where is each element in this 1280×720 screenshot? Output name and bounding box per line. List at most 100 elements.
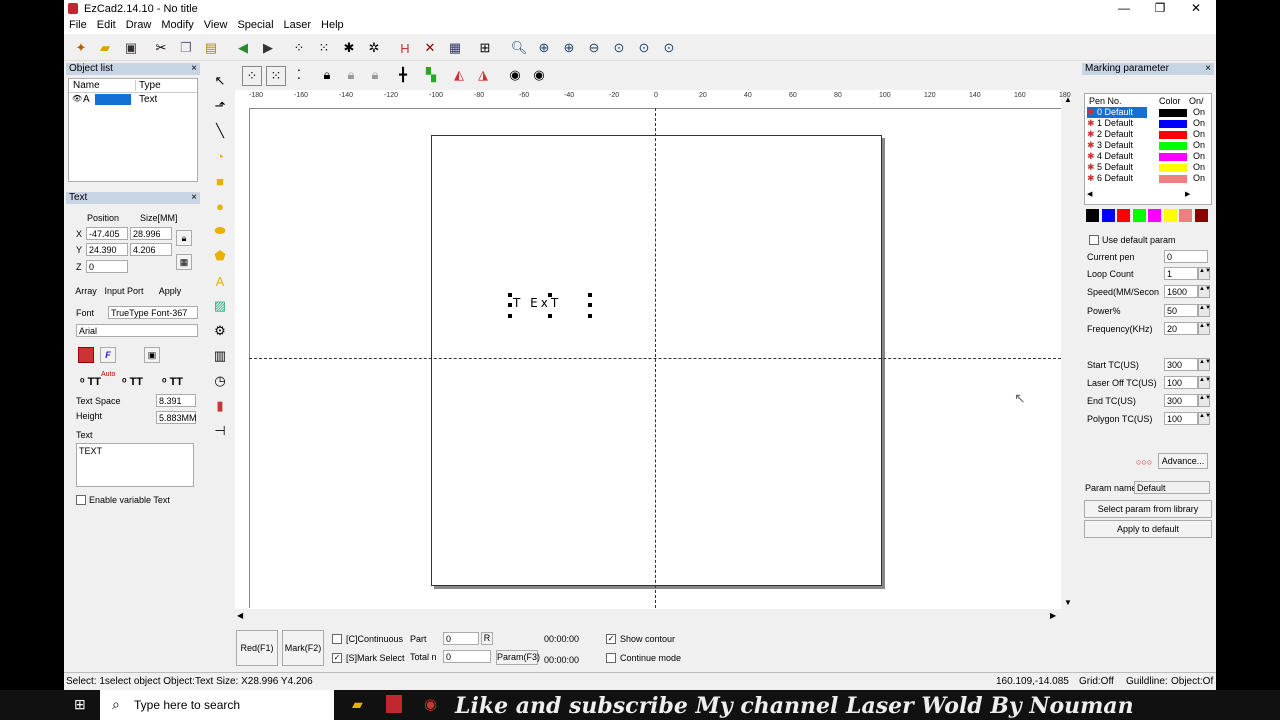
height-field[interactable]: 5.883MM: [156, 411, 197, 424]
pen-on-state[interactable]: On: [1193, 129, 1205, 140]
laser-off-spinner[interactable]: ▲▼: [1198, 376, 1211, 389]
selection-handle[interactable]: [588, 314, 592, 318]
pen-color-swatch[interactable]: [1159, 175, 1187, 183]
color-swatch[interactable]: [1101, 209, 1115, 222]
paste-icon[interactable]: ▤: [202, 39, 220, 57]
windows-start-icon[interactable]: ⊞: [74, 696, 86, 713]
end-tc-spinner[interactable]: ▲▼: [1198, 394, 1211, 407]
ezcad-taskbar-icon[interactable]: [386, 695, 402, 713]
hatch-icon[interactable]: ▚: [422, 66, 440, 84]
menu-special[interactable]: Special: [232, 18, 278, 32]
laser-off-field[interactable]: 100: [1164, 376, 1198, 389]
pen-row[interactable]: ✱ 6 Default On: [1087, 173, 1205, 184]
circle-icon[interactable]: ●: [211, 197, 229, 215]
apply-default-button[interactable]: Apply to default: [1084, 520, 1212, 538]
node-pointer-icon[interactable]: ⬏: [211, 97, 229, 115]
current-pen-field[interactable]: 0: [1164, 250, 1208, 263]
color-swatch[interactable]: [1148, 209, 1161, 222]
group-icon[interactable]: ⁘: [242, 66, 262, 86]
polygon-tc-spinner[interactable]: ▲▼: [1198, 412, 1211, 425]
preview-icon[interactable]: ◉: [506, 66, 524, 84]
table-row[interactable]: 👁︎ A Text: [69, 94, 197, 106]
zoom-in-icon[interactable]: ⊕: [535, 39, 553, 57]
zoom-window-icon[interactable]: ⊕: [560, 39, 578, 57]
bitmap-icon[interactable]: ▨: [211, 297, 229, 315]
vector-file-icon[interactable]: ⚙: [211, 322, 229, 340]
font-type-select[interactable]: TrueType Font-367: [108, 306, 198, 319]
copy-icon[interactable]: ❐: [177, 39, 195, 57]
pen-row[interactable]: ✱ 5 Default On: [1087, 162, 1205, 173]
marking-panel-close-icon[interactable]: ×: [1205, 63, 1211, 75]
cut-icon[interactable]: ✂: [152, 39, 170, 57]
frequency-spinner[interactable]: ▲▼: [1198, 322, 1211, 335]
pen-row[interactable]: ✱ 4 Default On: [1087, 151, 1205, 162]
save-icon[interactable]: ▣: [122, 39, 140, 57]
lock-ratio-icon[interactable]: 🔒︎: [176, 230, 192, 246]
polygon-tc-field[interactable]: 100: [1164, 412, 1198, 425]
font-save-icon[interactable]: ▣: [144, 347, 160, 363]
zoom-icon[interactable]: 🔍︎: [510, 39, 528, 57]
pen-color-swatch[interactable]: [1159, 109, 1187, 117]
pen-on-state[interactable]: On: [1193, 162, 1205, 173]
pen-on-state[interactable]: On: [1193, 151, 1205, 162]
selection-handle[interactable]: [508, 303, 512, 307]
barcode-icon[interactable]: ▥: [211, 347, 229, 365]
color-swatch[interactable]: [1132, 209, 1146, 222]
timer-icon[interactable]: ◷: [211, 372, 229, 390]
pen-row[interactable]: ✱ 2 Default On: [1087, 129, 1205, 140]
connect-icon[interactable]: ⊞: [476, 39, 494, 57]
frequency-field[interactable]: 20: [1164, 322, 1198, 335]
pen-color-swatch[interactable]: [1159, 120, 1187, 128]
curve-icon[interactable]: ◔: [211, 147, 229, 165]
color-swatch[interactable]: [1086, 209, 1099, 222]
zoom-object-icon[interactable]: ⊙: [635, 39, 653, 57]
text-object[interactable]: T ExT: [513, 296, 561, 310]
hatch-h-icon[interactable]: H: [396, 39, 414, 57]
z-position-field[interactable]: 0: [86, 260, 128, 273]
advance-button[interactable]: Advance...: [1158, 453, 1208, 469]
pen-on-state[interactable]: On: [1193, 140, 1205, 151]
rectangle-icon[interactable]: ■: [211, 172, 229, 190]
combine-icon[interactable]: ⁚: [290, 66, 308, 84]
continue-mode-checkbox[interactable]: [606, 653, 616, 663]
preview-all-icon[interactable]: ◉: [530, 66, 548, 84]
speed-spinner[interactable]: ▲▼: [1198, 285, 1211, 298]
text-panel-close-icon[interactable]: ×: [191, 192, 197, 204]
y-position-field[interactable]: 24.390: [86, 243, 128, 256]
mark-select-checkbox[interactable]: ✓: [332, 653, 342, 663]
lock-icon[interactable]: 🔒︎: [318, 66, 336, 84]
eye-icon[interactable]: 👁︎: [72, 94, 82, 103]
selection-handle[interactable]: [548, 314, 552, 318]
selection-handle[interactable]: [588, 303, 592, 307]
col-type-header[interactable]: Type: [135, 80, 161, 91]
speed-field[interactable]: 1600: [1164, 285, 1198, 298]
tools-icon[interactable]: ✕: [421, 39, 439, 57]
menu-modify[interactable]: Modify: [156, 18, 198, 32]
redo-icon[interactable]: ▶: [259, 39, 277, 57]
color-swatch[interactable]: [1117, 209, 1130, 222]
pen-row[interactable]: ✱ 1 Default On: [1087, 118, 1205, 129]
polygon-icon[interactable]: ⬟: [211, 247, 229, 265]
power-spinner[interactable]: ▲▼: [1198, 304, 1211, 317]
total-field[interactable]: 0: [443, 650, 491, 663]
end-tc-field[interactable]: 300: [1164, 394, 1198, 407]
scroll-right-icon[interactable]: ▶: [1050, 611, 1056, 620]
font-name-select[interactable]: Arial: [76, 324, 198, 337]
pen-scroll-left-icon[interactable]: ◀: [1087, 190, 1092, 198]
pen-on-state[interactable]: On: [1193, 173, 1205, 184]
object-name-edit[interactable]: [95, 94, 131, 105]
mirror-v-icon[interactable]: ◮: [474, 66, 492, 84]
continuous-checkbox[interactable]: [332, 634, 342, 644]
anchor-icon[interactable]: ▦: [176, 254, 192, 270]
use-default-checkbox[interactable]: [1089, 235, 1099, 245]
minimize-button[interactable]: —: [1106, 0, 1142, 18]
pen-on-state[interactable]: On: [1193, 107, 1205, 118]
input-port-button[interactable]: Input Port: [102, 286, 146, 296]
close-button[interactable]: ✕: [1178, 0, 1214, 18]
menu-file[interactable]: File: [64, 18, 92, 32]
array-button[interactable]: Array: [72, 286, 100, 296]
power-field[interactable]: 50: [1164, 304, 1198, 317]
color-swatch[interactable]: [1163, 209, 1177, 222]
select-icon[interactable]: ⁙: [315, 39, 333, 57]
text-space-field[interactable]: 8.391: [156, 394, 196, 407]
